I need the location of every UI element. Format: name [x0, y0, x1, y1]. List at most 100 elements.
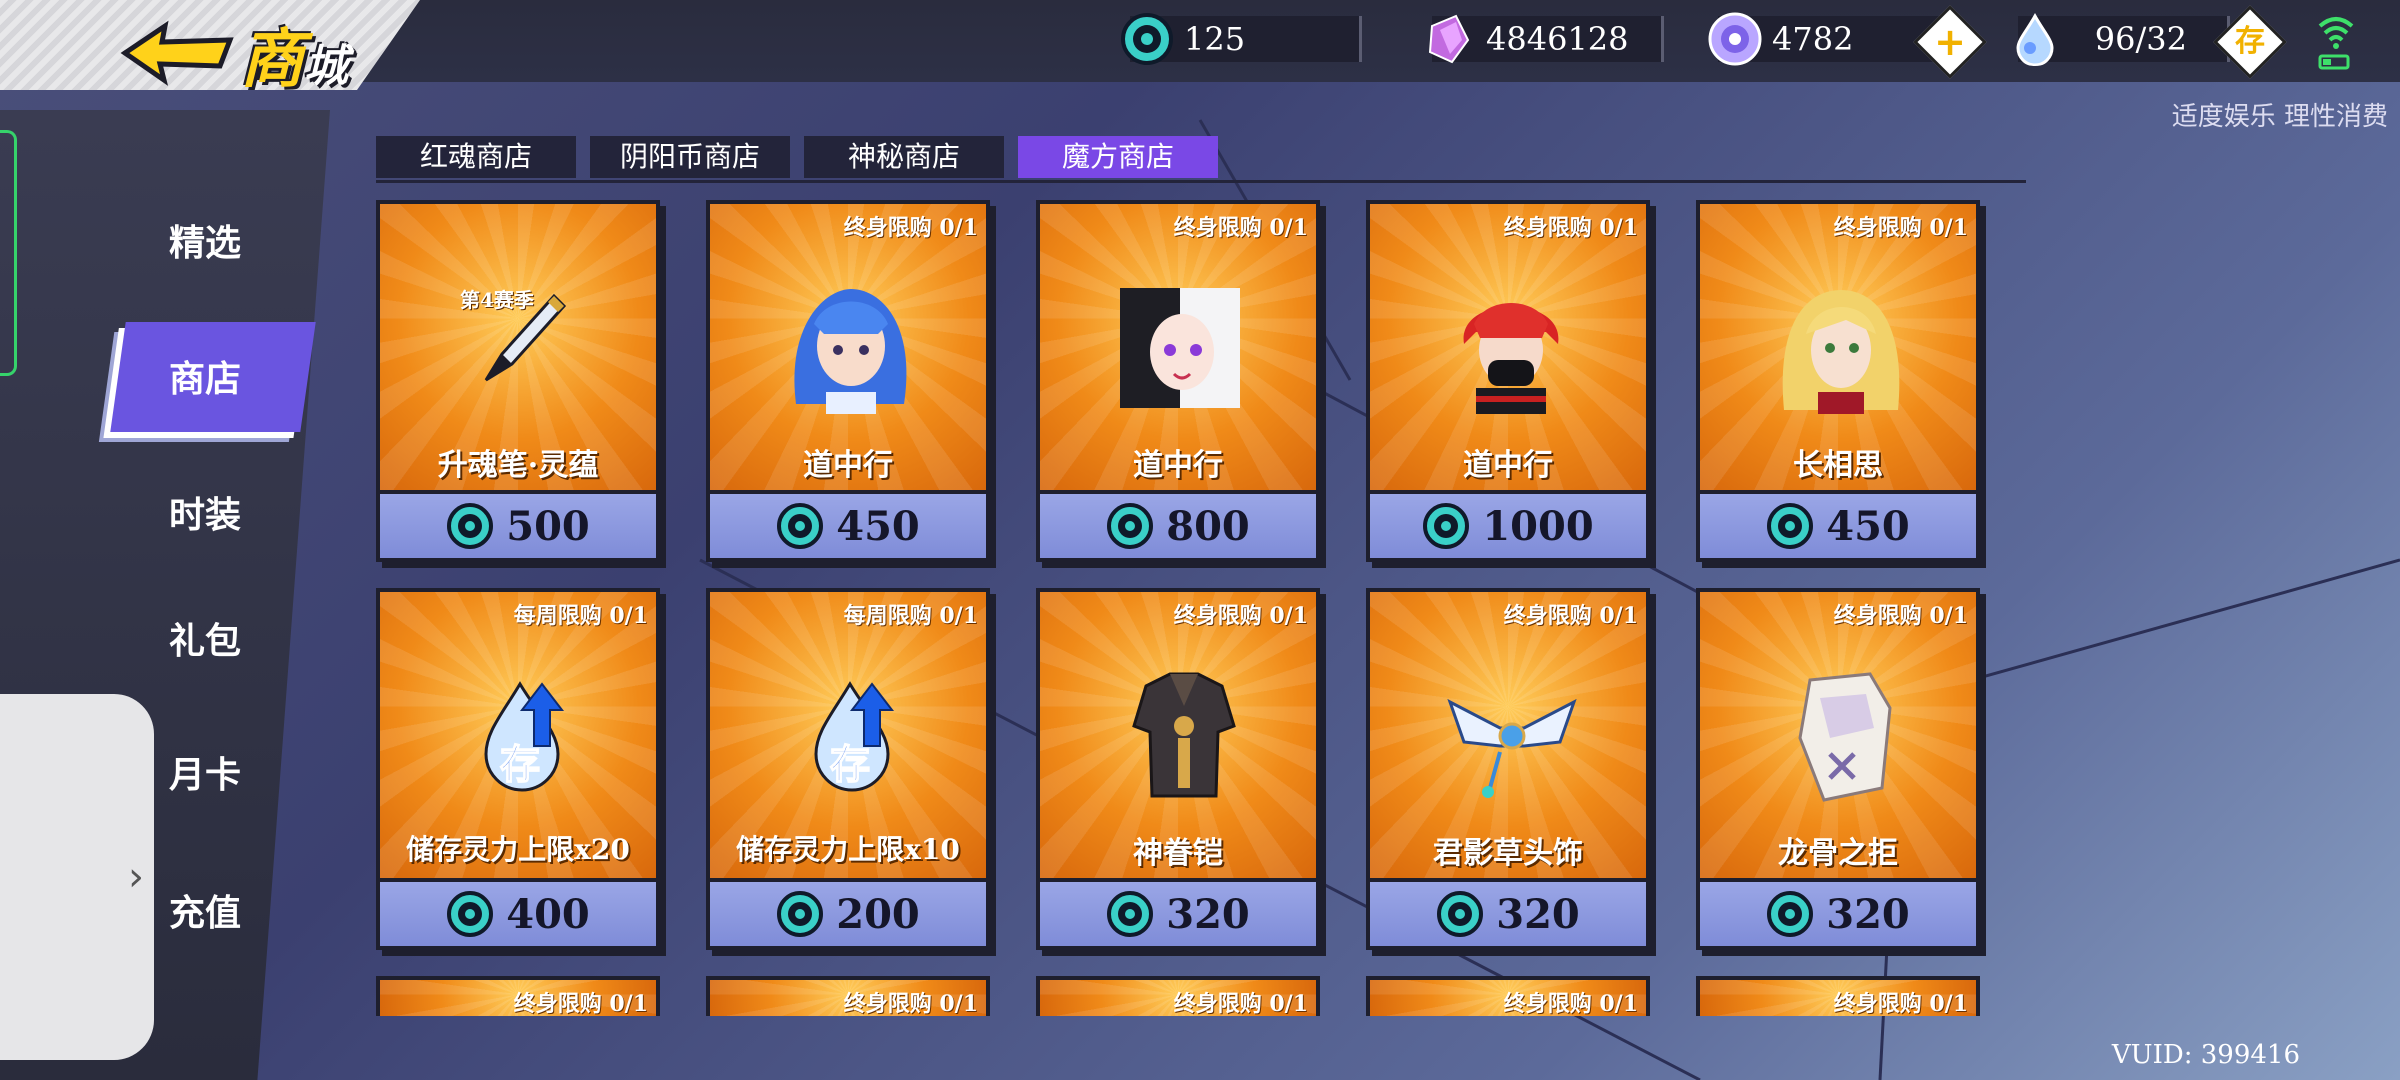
item-name: 升魂笔·灵蕴 — [437, 448, 599, 483]
tab-yinyang-coin-shop[interactable]: 阴阳币商店 — [590, 136, 790, 178]
item-price: 200 — [836, 890, 920, 938]
title-sub: 城 — [304, 41, 348, 92]
chevron-right-icon: › — [128, 854, 144, 900]
price-bar: 500 — [376, 490, 660, 562]
purchase-limit: 终身限购 0/1 — [843, 215, 978, 241]
shop-card[interactable]: 终身限购 0/1 君影草头饰 320 — [1366, 588, 1656, 956]
tab-mystery-shop[interactable]: 神秘商店 — [804, 136, 1004, 178]
portrait-blue-hair-icon — [794, 289, 907, 414]
crystal-value: 4846128 — [1486, 20, 1629, 58]
item-price: 450 — [1826, 502, 1910, 550]
purchase-limit: 终身限购 0/1 — [1503, 215, 1638, 241]
resource-spirit: 96/32 — [2016, 12, 2230, 66]
price-bar: 320 — [1696, 878, 1980, 950]
shop-card[interactable]: 终身限购 0/1 道中行 800 — [1036, 200, 1326, 568]
soul-coin-icon — [1107, 891, 1154, 937]
svg-text:存: 存 — [830, 742, 870, 788]
shop-card[interactable]: 每周限购 0/1 存 储存灵力上限x10 200 — [706, 588, 996, 956]
soul-coin-icon — [1767, 503, 1814, 549]
card-body: 每周限购 0/1 存 储存灵力上限x10 — [706, 588, 990, 878]
side-drawer-handle[interactable]: › — [0, 694, 154, 1060]
card-body: 终身限购 0/1 道中行 — [1366, 200, 1650, 490]
portrait-red-hair-icon — [1463, 303, 1559, 414]
sidebar-item-shop[interactable]: 商店 — [120, 350, 290, 402]
spirit-storage-icon: 存 — [814, 681, 895, 792]
shop-card[interactable]: 第4赛季 升魂笔·灵蕴 500 — [376, 200, 666, 568]
page-title: 商城 — [240, 8, 348, 100]
purchase-limit: 终身限购 0/1 — [1173, 991, 1308, 1016]
item-price: 320 — [1166, 890, 1250, 938]
sidebar-item-gift-pack[interactable]: 礼包 — [120, 612, 290, 664]
purchase-limit: 终身限购 0/1 — [513, 991, 648, 1016]
price-bar: 800 — [1036, 490, 1320, 562]
card-body: 每周限购 0/1 存 储存灵力上限x20 — [376, 588, 660, 878]
price-bar: 320 — [1366, 878, 1650, 950]
tab-underline — [376, 180, 2026, 183]
item-name: 神眷铠 — [1133, 836, 1223, 871]
shop-card[interactable]: 终身限购 0/1 龙骨之拒 320 — [1696, 588, 1986, 956]
tab-cube-shop[interactable]: 魔方商店 — [1018, 136, 1218, 178]
price-bar: 450 — [706, 490, 990, 562]
soul-coin-icon — [1767, 891, 1814, 937]
shop-card[interactable]: 终身限购 0/1 — [1036, 976, 1320, 1016]
soul-coin-icon — [1437, 891, 1484, 937]
purchase-limit: 终身限购 0/1 — [1503, 991, 1638, 1016]
purchase-limit: 每周限购 0/1 — [843, 603, 978, 629]
price-bar: 450 — [1696, 490, 1980, 562]
soul-coin-icon — [447, 503, 494, 549]
item-price: 1000 — [1482, 502, 1594, 550]
resource-crystal: 4846128 — [1428, 14, 1664, 64]
purchase-limit: 终身限购 0/1 — [1833, 215, 1968, 241]
resource-soul-coin: 125 — [1121, 13, 1362, 65]
item-name: 储存灵力上限x10 — [736, 833, 960, 866]
tab-red-soul-shop[interactable]: 红魂商店 — [376, 136, 576, 178]
side-indicator — [0, 130, 17, 376]
sidebar-item-featured[interactable]: 精选 — [120, 214, 290, 266]
item-price: 320 — [1496, 890, 1580, 938]
card-body: 终身限购 0/1 龙骨之拒 — [1696, 588, 1980, 878]
shop-card[interactable]: 终身限购 0/1 — [1366, 976, 1650, 1016]
item-name: 道中行 — [1133, 448, 1223, 483]
shop-tabs: 红魂商店 阴阳币商店 神秘商店 魔方商店 — [376, 136, 1218, 178]
item-name: 长相思 — [1793, 448, 1883, 483]
title-main: 商 — [240, 22, 304, 97]
price-bar: 200 — [706, 878, 990, 950]
card-body: 终身限购 0/1 君影草头饰 — [1366, 588, 1650, 878]
soul-coin-icon — [1121, 13, 1173, 65]
back-arrow-icon[interactable] — [120, 18, 240, 88]
shop-card[interactable]: 每周限购 0/1 存 储存灵力上限x20 400 — [376, 588, 666, 956]
soul-coin-value: 125 — [1184, 20, 1246, 58]
soul-coin-icon — [1107, 503, 1154, 549]
shop-card[interactable]: 终身限购 0/1 神眷铠 320 — [1036, 588, 1326, 956]
item-price: 500 — [506, 502, 590, 550]
purchase-limit: 每周限购 0/1 — [513, 603, 648, 629]
brush-icon — [484, 293, 567, 382]
price-bar: 1000 — [1366, 490, 1650, 562]
shop-card[interactable]: 终身限购 0/1 长相思 450 — [1696, 200, 1986, 568]
store-icon: 存 — [2235, 24, 2265, 59]
purchase-limit: 终身限购 0/1 — [1833, 603, 1968, 629]
price-bar: 320 — [1036, 878, 1320, 950]
spirit-value: 96/32 — [2094, 20, 2187, 58]
svg-text:存: 存 — [500, 742, 540, 788]
headdress-icon — [1447, 698, 1577, 798]
shop-card[interactable]: 终身限购 0/1 — [706, 976, 990, 1016]
shop-card[interactable]: 终身限购 0/1 道中行 1000 — [1366, 200, 1656, 568]
shop-card[interactable]: 终身限购 0/1 道中行 450 — [706, 200, 996, 568]
card-body: 终身限购 0/1 — [706, 976, 990, 1016]
spirit-drop-icon — [2016, 12, 2054, 66]
item-price: 320 — [1826, 890, 1910, 938]
crystal-icon — [1428, 14, 1470, 64]
sidebar-item-fashion[interactable]: 时装 — [120, 486, 290, 538]
wifi-icon — [2318, 17, 2354, 70]
shop-card[interactable]: 终身限购 0/1 — [376, 976, 660, 1016]
item-name: 道中行 — [1463, 448, 1553, 483]
soul-coin-icon — [777, 891, 824, 937]
item-name: 储存灵力上限x20 — [406, 833, 630, 866]
card-body: 终身限购 0/1 道中行 — [706, 200, 990, 490]
shop-card[interactable]: 终身限购 0/1 — [1696, 976, 1980, 1016]
purchase-limit: 终身限购 0/1 — [843, 991, 978, 1016]
card-body: 终身限购 0/1 — [376, 976, 660, 1016]
shield-icon — [1798, 672, 1892, 802]
portrait-blonde-icon — [1782, 290, 1900, 414]
